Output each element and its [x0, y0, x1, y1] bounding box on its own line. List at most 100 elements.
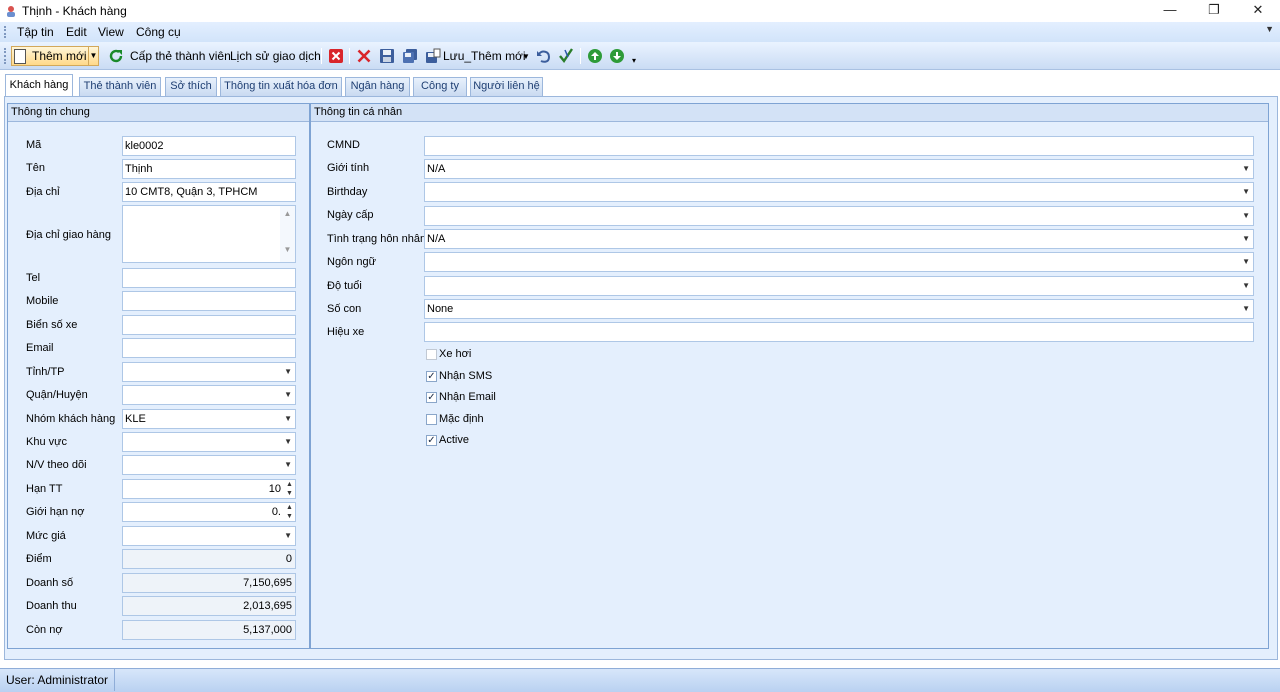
- tinh-tp-select[interactable]: ▼: [122, 362, 296, 382]
- status-bar: User: Administrator: [0, 668, 1280, 692]
- diem-field: 0: [122, 549, 296, 569]
- so-con-select[interactable]: None ▼: [424, 299, 1254, 319]
- menu-grip[interactable]: [4, 26, 6, 38]
- tinh-trang-hon-nhan-select[interactable]: N/A ▼: [424, 229, 1254, 249]
- mac-dinh-checkbox-box[interactable]: [426, 413, 437, 425]
- chevron-down-icon[interactable]: ▼: [1242, 300, 1250, 318]
- new-button[interactable]: Thêm mới ▼: [11, 46, 99, 66]
- chevron-down-icon[interactable]: ▼: [1242, 207, 1250, 225]
- birthday-date-picker[interactable]: ▼: [424, 182, 1254, 202]
- toolbar-grip[interactable]: [4, 48, 6, 64]
- chevron-down-icon[interactable]: ▼: [1242, 253, 1250, 271]
- nhan-email-checkbox[interactable]: ✓ Nhận Email: [426, 391, 496, 403]
- general-info-title: Thông tin chung: [8, 104, 309, 122]
- do-tuoi-select[interactable]: ▼: [424, 276, 1254, 296]
- save-icon[interactable]: [379, 48, 395, 64]
- xe-hoi-checkbox-box[interactable]: [426, 348, 437, 360]
- quan-huyen-select[interactable]: ▼: [122, 385, 296, 405]
- chevron-down-icon[interactable]: ▼: [88, 47, 98, 65]
- window-title: Thịnh - Khách hàng: [22, 4, 127, 18]
- save-all-icon[interactable]: [402, 48, 418, 64]
- ngon-ngu-select[interactable]: ▼: [424, 252, 1254, 272]
- chevron-down-icon[interactable]: ▼: [284, 386, 292, 404]
- dia-chi-input[interactable]: 10 CMT8, Quận 3, TPHCM: [122, 182, 296, 202]
- xe-hoi-checkbox[interactable]: Xe hơi: [426, 348, 471, 360]
- dia-chi-giao-hang-label: Địa chỉ giao hàng: [26, 229, 112, 241]
- menu-view[interactable]: View: [98, 25, 124, 39]
- toolbar-separator: [580, 48, 581, 64]
- muc-gia-select[interactable]: ▼: [122, 526, 296, 546]
- active-checkbox-box[interactable]: ✓: [426, 434, 437, 446]
- delete-icon[interactable]: [356, 48, 372, 64]
- toolbar-overflow-icon[interactable]: ▾: [632, 50, 636, 70]
- chevron-down-icon[interactable]: ▼: [284, 456, 292, 474]
- menu-edit[interactable]: Edit: [66, 25, 87, 39]
- spin-arrows-icon[interactable]: ▲ ▼: [285, 503, 294, 521]
- personal-info-title: Thông tin cá nhân: [311, 104, 1268, 122]
- customer-form: Thông tin chung Mã kle0002 Tên Thịnh Địa…: [4, 96, 1278, 660]
- tinh-tp-label: Tỉnh/TP: [26, 366, 65, 378]
- transaction-history-button[interactable]: Lịch sử giao dịch: [230, 46, 321, 66]
- hieu-xe-input[interactable]: [424, 322, 1254, 342]
- khu-vuc-select[interactable]: ▼: [122, 432, 296, 452]
- tab-thong-tin-xuat-hoa-don[interactable]: Thông tin xuất hóa đơn: [220, 77, 342, 96]
- refresh-icon[interactable]: [108, 48, 124, 64]
- tab-khach-hang[interactable]: Khách hàng: [5, 74, 73, 96]
- tab-so-thich[interactable]: Sở thích: [165, 77, 217, 96]
- tab-the-thanh-vien[interactable]: Thẻ thành viên: [79, 77, 161, 96]
- chevron-down-icon[interactable]: ▼: [284, 363, 292, 381]
- arrow-down-icon[interactable]: [609, 48, 625, 64]
- gioi-tinh-value: N/A: [427, 163, 446, 175]
- mobile-input[interactable]: [122, 291, 296, 311]
- gioi-han-no-stepper[interactable]: 0. ▲ ▼: [122, 502, 296, 522]
- chevron-down-icon[interactable]: ▼: [1242, 183, 1250, 201]
- dia-chi-giao-hang-input[interactable]: ▲ ▼: [122, 205, 296, 263]
- undo-icon[interactable]: [536, 48, 552, 64]
- mac-dinh-checkbox[interactable]: Mặc định: [426, 413, 484, 425]
- close-red-icon[interactable]: [328, 48, 344, 64]
- han-tt-stepper[interactable]: 10 ▲ ▼: [122, 479, 296, 499]
- chevron-down-icon[interactable]: ▼: [522, 46, 530, 66]
- spell-check-icon[interactable]: [558, 48, 574, 64]
- tab-cong-ty[interactable]: Công ty: [413, 77, 467, 96]
- close-button[interactable]: ✕: [1236, 0, 1280, 22]
- tab-ngan-hang[interactable]: Ngân hàng: [345, 77, 410, 96]
- tab-nguoi-lien-he[interactable]: Người liên hệ: [470, 77, 543, 96]
- member-card-button[interactable]: Cấp thẻ thành viên: [130, 46, 231, 66]
- memo-scrollbar[interactable]: ▲ ▼: [280, 206, 295, 262]
- nhan-sms-checkbox-box[interactable]: ✓: [426, 370, 437, 382]
- chevron-down-icon[interactable]: ▼: [1242, 277, 1250, 295]
- chevron-down-icon[interactable]: ▼: [284, 410, 292, 428]
- nhom-khach-hang-select[interactable]: KLE ▼: [122, 409, 296, 429]
- do-tuoi-label: Độ tuổi: [327, 280, 362, 292]
- nv-theo-doi-select[interactable]: ▼: [122, 455, 296, 475]
- arrow-up-icon[interactable]: [587, 48, 603, 64]
- chevron-down-icon[interactable]: ▼: [284, 433, 292, 451]
- ten-input[interactable]: Thịnh: [122, 159, 296, 179]
- save-new-button[interactable]: Lưu_Thêm mới: [443, 46, 526, 66]
- chevron-down-icon[interactable]: ▼: [1242, 160, 1250, 178]
- active-checkbox[interactable]: ✓ Active: [426, 434, 469, 446]
- nhan-email-checkbox-box[interactable]: ✓: [426, 391, 437, 403]
- cmnd-input[interactable]: [424, 136, 1254, 156]
- ma-input[interactable]: kle0002: [122, 136, 296, 156]
- save-new-icon[interactable]: [425, 48, 441, 64]
- con-no-field: 5,137,000: [122, 620, 296, 640]
- menu-tools[interactable]: Công cụ: [136, 25, 181, 39]
- status-user: User: Administrator: [0, 669, 116, 691]
- chevron-down-icon[interactable]: ▼: [284, 527, 292, 545]
- restore-button[interactable]: ❐: [1192, 0, 1236, 22]
- tel-input[interactable]: [122, 268, 296, 288]
- ngay-cap-date-picker[interactable]: ▼: [424, 206, 1254, 226]
- gioi-tinh-select[interactable]: N/A ▼: [424, 159, 1254, 179]
- menu-file[interactable]: Tập tin: [17, 25, 54, 39]
- spin-arrows-icon[interactable]: ▲ ▼: [285, 480, 294, 498]
- chevron-down-icon[interactable]: ▼: [1265, 24, 1274, 34]
- toolbar-separator: [349, 48, 350, 64]
- bien-so-xe-input[interactable]: [122, 315, 296, 335]
- toolbar-separator: [321, 48, 322, 64]
- minimize-button[interactable]: —: [1148, 0, 1192, 22]
- chevron-down-icon[interactable]: ▼: [1242, 230, 1250, 248]
- email-input[interactable]: [122, 338, 296, 358]
- nhan-sms-checkbox[interactable]: ✓ Nhận SMS: [426, 370, 492, 382]
